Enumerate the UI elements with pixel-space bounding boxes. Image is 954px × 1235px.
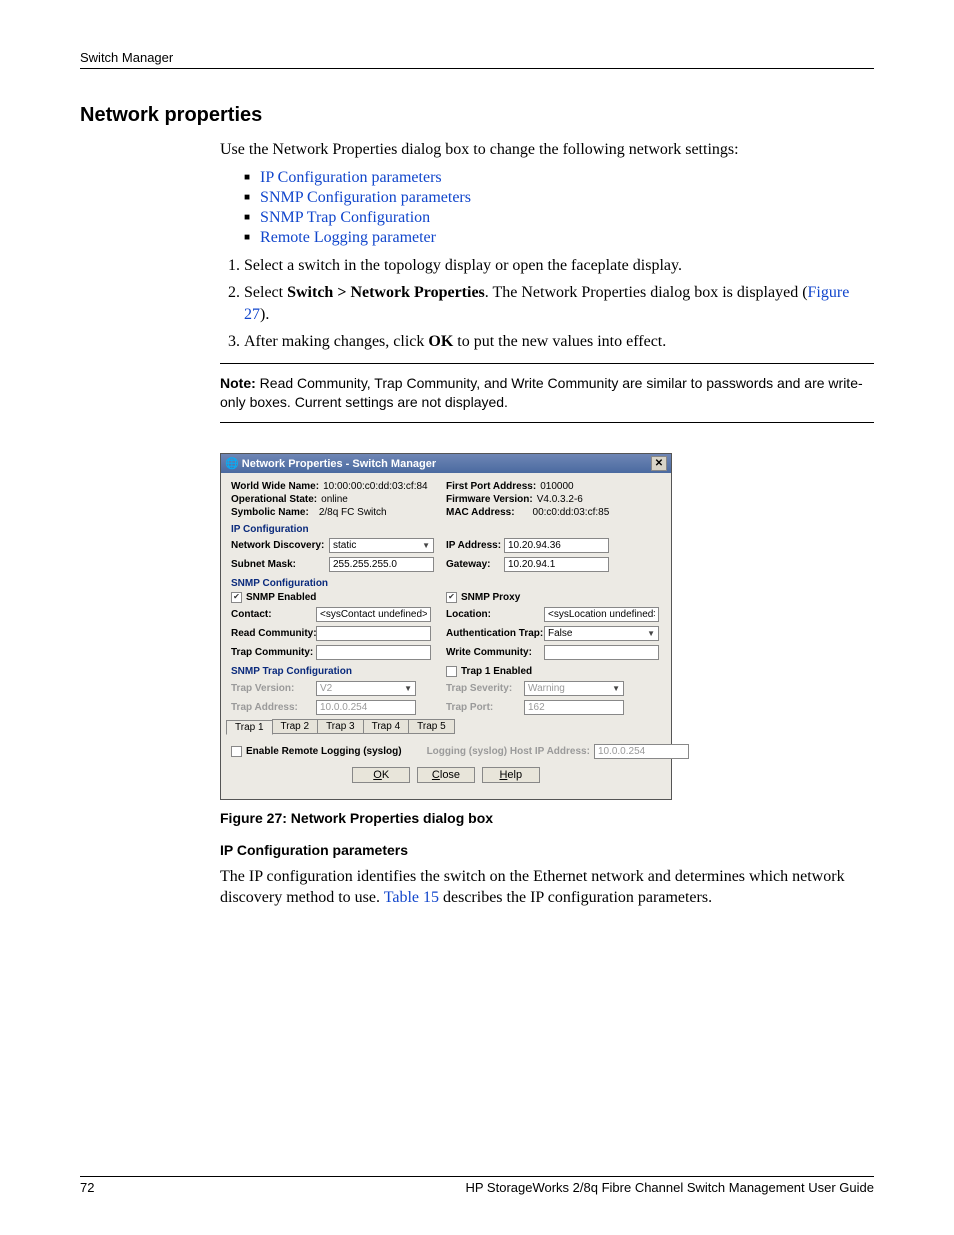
gateway-input[interactable]: [504, 557, 609, 572]
step-1: Select a switch in the topology display …: [244, 255, 874, 277]
tab-trap3[interactable]: Trap 3: [317, 719, 364, 734]
ip-config-section: IP Configuration: [231, 524, 661, 535]
tab-trap5[interactable]: Trap 5: [408, 719, 455, 734]
footer-title: HP StorageWorks 2/8q Fibre Channel Switc…: [466, 1180, 875, 1195]
close-icon[interactable]: ✕: [651, 456, 667, 471]
intro-paragraph: Use the Network Properties dialog box to…: [220, 139, 874, 161]
snmp-proxy-checkbox[interactable]: [446, 592, 457, 603]
trap1-enabled-checkbox[interactable]: [446, 666, 457, 677]
ordered-steps: Select a switch in the topology display …: [220, 255, 874, 353]
link-snmp-trap[interactable]: SNMP Trap Configuration: [260, 209, 430, 226]
figure-caption: Figure 27: Network Properties dialog box: [220, 810, 874, 826]
location-input[interactable]: [544, 607, 659, 622]
snmp-config-section: SNMP Configuration: [231, 578, 661, 589]
tab-trap4[interactable]: Trap 4: [363, 719, 410, 734]
trap-address-input: [316, 700, 416, 715]
footer-rule: [80, 1176, 874, 1177]
link-table-15[interactable]: Table 15: [384, 889, 439, 906]
link-snmp-config[interactable]: SNMP Configuration parameters: [260, 189, 471, 206]
note-block: Note: Read Community, Trap Community, an…: [220, 363, 874, 423]
trap-community-input[interactable]: [316, 645, 431, 660]
subsection-heading: IP Configuration parameters: [220, 842, 874, 858]
network-properties-dialog: 🌐 Network Properties - Switch Manager ✕ …: [220, 453, 672, 800]
help-button[interactable]: Help: [482, 767, 540, 783]
trap-port-input: [524, 700, 624, 715]
page-number: 72: [80, 1180, 94, 1195]
ok-button[interactable]: OK: [352, 767, 410, 783]
close-button[interactable]: Close: [417, 767, 475, 783]
syslog-host-input: [594, 744, 689, 759]
step-2: Select Switch > Network Properties. The …: [244, 282, 874, 325]
tab-trap1[interactable]: Trap 1: [226, 720, 273, 735]
trap-severity-select: Warning▼: [524, 681, 624, 696]
trap-tabs: Trap 1 Trap 2 Trap 3 Trap 4 Trap 5: [226, 719, 661, 734]
network-discovery-select[interactable]: static▼: [329, 538, 434, 553]
write-community-input[interactable]: [544, 645, 659, 660]
link-ip-config[interactable]: IP Configuration parameters: [260, 169, 442, 186]
bullet-list: IP Configuration parameters SNMP Configu…: [220, 169, 874, 247]
step-3: After making changes, click OK to put th…: [244, 331, 874, 353]
read-community-input[interactable]: [316, 626, 431, 641]
enable-remote-logging-checkbox[interactable]: [231, 746, 242, 757]
chevron-down-icon: ▼: [612, 684, 620, 693]
trap-version-select: V2▼: [316, 681, 416, 696]
contact-input[interactable]: [316, 607, 431, 622]
subsection-paragraph: The IP configuration identifies the swit…: [220, 866, 874, 909]
dialog-title: 🌐 Network Properties - Switch Manager: [225, 457, 436, 470]
note-text: Read Community, Trap Community, and Writ…: [220, 375, 863, 410]
running-header: Switch Manager: [80, 50, 874, 65]
snmp-enabled-checkbox[interactable]: [231, 592, 242, 603]
note-label: Note:: [220, 375, 256, 391]
chevron-down-icon: ▼: [404, 684, 412, 693]
link-remote-logging[interactable]: Remote Logging parameter: [260, 229, 436, 246]
auth-trap-select[interactable]: False▼: [544, 626, 659, 641]
subnet-mask-input[interactable]: [329, 557, 434, 572]
header-rule: [80, 68, 874, 69]
ip-address-input[interactable]: [504, 538, 609, 553]
trap-config-section: SNMP Trap Configuration: [231, 666, 352, 677]
tab-trap2[interactable]: Trap 2: [272, 719, 319, 734]
section-heading: Network properties: [80, 104, 874, 127]
chevron-down-icon: ▼: [647, 629, 655, 638]
chevron-down-icon: ▼: [422, 541, 430, 550]
